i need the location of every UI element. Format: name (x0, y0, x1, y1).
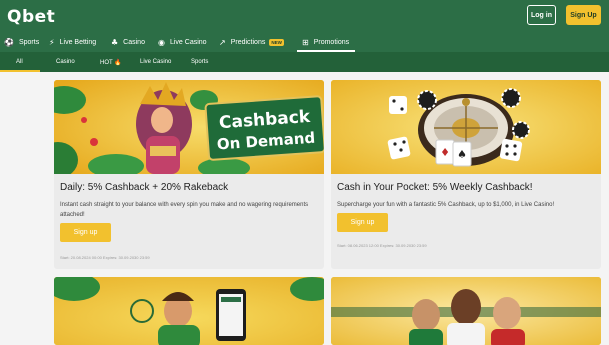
nav-item-sports[interactable]: ⚽ Sports (4, 33, 39, 52)
svg-text:♦: ♦ (440, 146, 450, 159)
new-badge: NEW (269, 39, 284, 46)
promo-banner-image: Cashback On Demand (54, 80, 324, 174)
gift-icon: ⊞ (302, 37, 309, 47)
promo-dates: Start: 08.06.2023 12:00 Expires: 30.09.2… (337, 243, 427, 248)
lightning-icon: ⚡ (49, 37, 55, 47)
live-casino-icon: ◉ (158, 37, 165, 47)
qbet-logo[interactable]: Qbet (7, 7, 55, 27)
promo-description: Instant cash straight to your balance wi… (60, 202, 309, 218)
subnav-sports[interactable]: Sports (191, 52, 208, 72)
nav-label: Predictions (230, 39, 266, 46)
promo-title: Daily: 5% Cashback + 20% Rakeback (60, 182, 229, 193)
promo-banner-image (331, 277, 601, 345)
roulette-banner-art: ♦ ♠ (331, 80, 601, 174)
active-subnav-indicator (0, 70, 40, 72)
nav-label: Promotions (313, 39, 350, 46)
sports-icon: ⚽ (4, 37, 14, 47)
casino-icon: ♣ (111, 37, 119, 47)
svg-text:♠: ♠ (457, 148, 467, 161)
nav-item-predictions[interactable]: ↗ Predictions NEW (219, 33, 284, 52)
subnav-live-casino[interactable]: Live Casino (140, 52, 171, 72)
promo-banner-image: ♦ ♠ (331, 80, 601, 174)
promo-title: Cash in Your Pocket: 5% Weekly Cashback! (337, 182, 533, 193)
promo-banner-image (54, 277, 324, 345)
promo-signup-button[interactable]: Sign up (60, 223, 111, 242)
trend-icon: ↗ (219, 37, 226, 47)
main-nav: ⚽ Sports ⚡ Live Betting ♣ Casino ◉ Live … (0, 33, 609, 52)
football-banner-art (331, 277, 601, 345)
promo-signup-button[interactable]: Sign up (337, 213, 388, 232)
promo-card[interactable] (54, 277, 324, 345)
nav-item-live-betting[interactable]: ⚡ Live Betting (49, 33, 96, 52)
subnav-casino[interactable]: Casino (56, 52, 75, 72)
nav-item-casino[interactable]: ♣ Casino (111, 33, 145, 52)
subnav-hot[interactable]: HOT 🔥 (100, 52, 122, 72)
nav-label: Live Betting (59, 39, 97, 46)
sub-nav: All Casino HOT 🔥 Live Casino Sports (0, 52, 609, 72)
promo-card[interactable] (331, 277, 601, 345)
login-button[interactable]: Log in (527, 5, 556, 25)
promo-description: Supercharge your fun with a fantastic 5%… (337, 202, 555, 208)
cashback-banner-art: Cashback On Demand (54, 80, 324, 174)
promo-card[interactable]: ♦ ♠ Cash in Your Pocket: 5% Weekly Cashb… (331, 80, 601, 269)
nav-item-live-casino[interactable]: ◉ Live Casino (158, 33, 207, 52)
top-bar: Qbet Log in Sign Up (0, 0, 609, 33)
nav-label: Casino (123, 39, 145, 46)
nav-label: Sports (18, 39, 40, 46)
promo-card[interactable]: Cashback On Demand Daily: 5% Cashback + … (54, 80, 324, 269)
tennis-banner-art (54, 277, 324, 345)
promo-dates: Start: 20.08.2024 00:00 Expires: 30.09.2… (60, 255, 150, 260)
subnav-all[interactable]: All (16, 52, 23, 72)
nav-label: Live Casino (169, 39, 207, 46)
signup-button[interactable]: Sign Up (566, 5, 601, 25)
